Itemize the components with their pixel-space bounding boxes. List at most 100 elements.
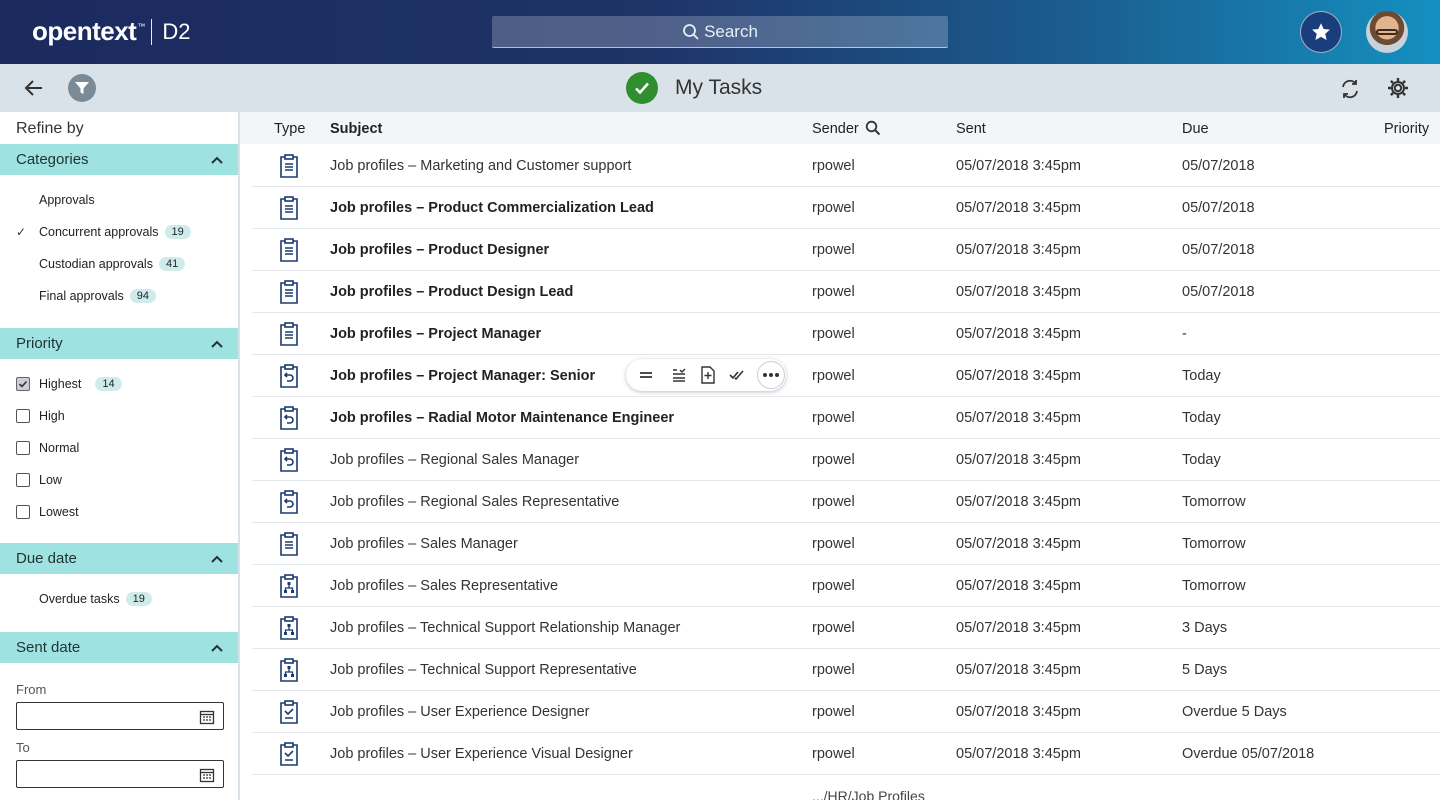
task-subject[interactable]: Job profiles – Technical Support Represe… <box>330 662 637 678</box>
task-sent: 05/07/2018 3:45pm <box>956 200 1081 216</box>
facet-final-approvals[interactable]: Final approvals 94 <box>16 286 157 306</box>
task-sent: 05/07/2018 3:45pm <box>956 704 1081 720</box>
clipboard-icon <box>278 195 300 221</box>
list-icon[interactable] <box>669 365 689 385</box>
task-subject[interactable]: Job profiles – Sales Manager <box>330 536 518 552</box>
calendar-icon[interactable] <box>199 767 215 783</box>
priority-high[interactable]: High <box>16 406 65 426</box>
task-due: Today <box>1182 452 1221 468</box>
gear-icon <box>1388 78 1408 98</box>
to-date-input[interactable] <box>16 760 224 788</box>
column-type[interactable]: Type <box>274 121 305 137</box>
task-sender: rpowel <box>812 452 855 468</box>
column-priority[interactable]: Priority <box>1384 121 1429 137</box>
table-row[interactable]: Job profiles – Project Manager rpowel 05/0… <box>252 313 1440 355</box>
task-sent: 05/07/2018 3:45pm <box>956 494 1081 510</box>
table-row[interactable]: Job profiles – User Experience Designer r… <box>252 691 1440 733</box>
task-subject[interactable]: Job profiles – Technical Support Relatio… <box>330 620 680 636</box>
task-subject[interactable]: Job profiles – Project Manager: Senior <box>330 368 595 384</box>
facet-approvals[interactable]: Approvals <box>16 190 95 210</box>
table-row[interactable]: Job profiles – Regional Sales Representa… <box>252 481 1440 523</box>
table-row[interactable]: Job profiles – Technical Support Represe… <box>252 649 1440 691</box>
more-icon[interactable] <box>757 361 785 389</box>
categories-section-header[interactable]: Categories <box>0 144 238 175</box>
page-toolbar: My Tasks <box>0 64 1440 112</box>
table-row[interactable]: Job profiles – Radial Motor Maintenance … <box>252 397 1440 439</box>
properties-icon[interactable] <box>636 365 656 385</box>
task-sender: rpowel <box>812 410 855 426</box>
task-list: Job profiles – Marketing and Customer su… <box>252 145 1440 775</box>
location-path: .../HR/Job Profiles <box>812 788 925 800</box>
refresh-button[interactable] <box>1338 77 1362 101</box>
due-date-section-header[interactable]: Due date <box>0 543 238 574</box>
sender-search-icon[interactable] <box>865 120 881 140</box>
task-sent: 05/07/2018 3:45pm <box>956 368 1081 384</box>
task-due: 3 Days <box>1182 620 1228 636</box>
priority-normal[interactable]: Normal <box>16 438 79 458</box>
table-row[interactable]: Job profiles – Regional Sales Manager rpo… <box>252 439 1440 481</box>
checkbox-checked[interactable] <box>16 377 30 391</box>
task-subject[interactable]: Job profiles – Marketing and Customer su… <box>330 158 631 174</box>
column-subject[interactable]: Subject <box>330 121 382 137</box>
facet-custodian-approvals[interactable]: Custodian approvals 41 <box>16 254 186 274</box>
task-sent: 05/07/2018 3:45pm <box>956 410 1081 426</box>
task-due: 05/07/2018 <box>1182 158 1255 174</box>
checkbox[interactable] <box>16 409 30 423</box>
facet-concurrent-approvals[interactable]: ✓ Concurrent approvals 19 <box>16 222 191 242</box>
filter-button[interactable] <box>68 74 96 102</box>
clipboard-return-icon <box>278 405 300 431</box>
table-row[interactable]: Job profiles – Project Manager: Senior rp… <box>252 355 1440 397</box>
facet-label: Low <box>39 473 62 487</box>
task-subject[interactable]: Job profiles – Sales Representative <box>330 578 558 594</box>
task-subject[interactable]: Job profiles – User Experience Designer <box>330 704 590 720</box>
checkbox[interactable] <box>16 441 30 455</box>
task-subject[interactable]: Job profiles – Product Designer <box>330 242 549 258</box>
search-input[interactable]: Search <box>492 16 948 48</box>
column-sent[interactable]: Sent <box>956 121 986 137</box>
task-subject[interactable]: Job profiles – Project Manager <box>330 326 541 342</box>
task-subject[interactable]: Job profiles – Radial Motor Maintenance … <box>330 410 674 426</box>
avatar-glasses <box>1376 29 1398 35</box>
task-subject[interactable]: Job profiles – Regional Sales Representa… <box>330 494 619 510</box>
task-subject[interactable]: Job profiles – Regional Sales Manager <box>330 452 579 468</box>
task-sender: rpowel <box>812 242 855 258</box>
table-row[interactable]: Job profiles – User Experience Visual De… <box>252 733 1440 775</box>
task-due: Tomorrow <box>1182 494 1246 510</box>
table-row[interactable]: Job profiles – Marketing and Customer su… <box>252 145 1440 187</box>
facet-overdue-tasks[interactable]: Overdue tasks 19 <box>16 589 152 609</box>
chevron-up-icon <box>211 340 223 348</box>
task-subject[interactable]: Job profiles – Product Commercialization… <box>330 200 654 216</box>
checkbox[interactable] <box>16 505 30 519</box>
complete-icon[interactable] <box>727 365 747 385</box>
table-row[interactable]: Job profiles – Sales Representative rpowe… <box>252 565 1440 607</box>
table-row[interactable]: Job profiles – Product Commercialization… <box>252 187 1440 229</box>
calendar-icon[interactable] <box>199 709 215 725</box>
checkbox[interactable] <box>16 473 30 487</box>
section-title: Priority <box>16 335 63 352</box>
task-subject[interactable]: Job profiles – Product Design Lead <box>330 284 573 300</box>
table-row[interactable]: Job profiles – Technical Support Relatio… <box>252 607 1440 649</box>
favorites-button[interactable] <box>1300 11 1342 53</box>
add-document-icon[interactable] <box>698 365 718 385</box>
task-due: Today <box>1182 410 1221 426</box>
avatar[interactable] <box>1366 11 1408 53</box>
table-row[interactable]: Job profiles – Product Designer rpowel 05/… <box>252 229 1440 271</box>
facet-label: Approvals <box>39 193 95 207</box>
table-row[interactable]: Job profiles – Sales Manager rpowel 05/07/… <box>252 523 1440 565</box>
tasks-check-icon <box>626 72 658 104</box>
table-row[interactable]: Job profiles – Product Design Lead rpowel… <box>252 271 1440 313</box>
priority-highest[interactable]: Highest 14 <box>16 374 122 394</box>
column-due[interactable]: Due <box>1182 121 1209 137</box>
back-button[interactable] <box>22 76 46 100</box>
task-subject[interactable]: Job profiles – User Experience Visual De… <box>330 746 633 762</box>
section-title: Sent date <box>16 639 81 656</box>
column-sender[interactable]: Sender <box>812 121 859 137</box>
priority-lowest[interactable]: Lowest <box>16 502 79 522</box>
clipboard-icon <box>278 279 300 305</box>
from-date-input[interactable] <box>16 702 224 730</box>
settings-button[interactable] <box>1386 76 1410 100</box>
priority-section-header[interactable]: Priority <box>0 328 238 359</box>
sent-date-section-header[interactable]: Sent date <box>0 632 238 663</box>
clipboard-return-icon <box>278 489 300 515</box>
priority-low[interactable]: Low <box>16 470 62 490</box>
